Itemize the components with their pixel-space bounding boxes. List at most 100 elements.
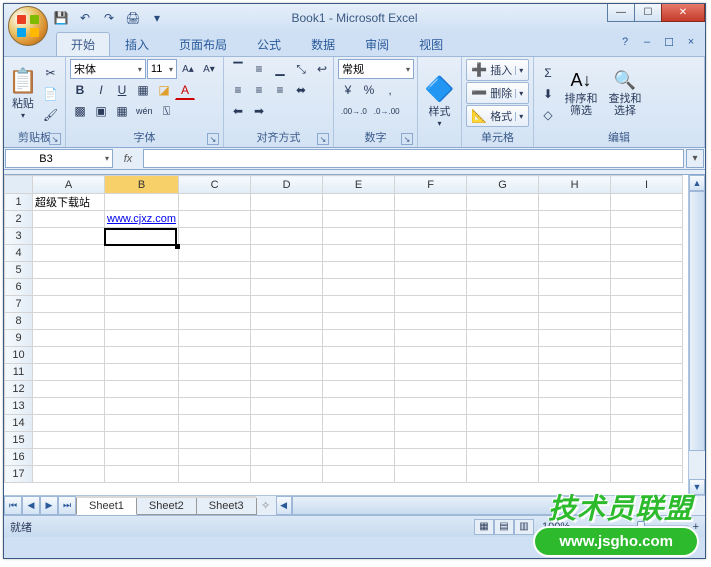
formula-bar[interactable] [143,149,684,168]
cell-I16[interactable] [611,449,683,466]
font-color-button[interactable]: A [175,80,195,100]
delete-cells-button[interactable]: ➖删除▾ [466,82,529,104]
double-border-button[interactable]: ▩ [70,101,90,121]
cell-C15[interactable] [179,432,251,449]
ribbon-tab-6[interactable]: 视图 [404,32,458,56]
row-header-6[interactable]: 6 [5,279,33,296]
sheet-nav-last-button[interactable]: ⏭ [58,496,76,515]
cell-A6[interactable] [33,279,105,296]
cell-H12[interactable] [539,381,611,398]
sheet-tab-sheet1[interactable]: Sheet1 [76,498,137,515]
clipboard-launcher-icon[interactable]: ↘ [49,133,61,145]
font-name-combo[interactable]: 宋体▾ [70,59,146,79]
cell-E13[interactable] [323,398,395,415]
cell-G17[interactable] [467,466,539,483]
cell-D7[interactable] [251,296,323,313]
cell-D5[interactable] [251,262,323,279]
cell-A3[interactable] [33,228,105,245]
outside-border-button[interactable]: ▣ [91,101,111,121]
sort-filter-button[interactable]: A↓ 排序和 筛选 [560,61,602,127]
cell-C14[interactable] [179,415,251,432]
cell-I15[interactable] [611,432,683,449]
qat-undo-icon[interactable]: ↶ [76,9,94,27]
shrink-font-button[interactable]: A▾ [199,59,219,79]
ribbon-help-icon[interactable]: ? [617,34,633,50]
cell-I11[interactable] [611,364,683,381]
cell-H13[interactable] [539,398,611,415]
cell-I8[interactable] [611,313,683,330]
cell-A4[interactable] [33,245,105,262]
cell-G2[interactable] [467,211,539,228]
cell-E11[interactable] [323,364,395,381]
cell-C4[interactable] [179,245,251,262]
cell-C16[interactable] [179,449,251,466]
orientation-button[interactable]: ⤡ [291,59,311,79]
cell-C12[interactable] [179,381,251,398]
qat-redo-icon[interactable]: ↷ [100,9,118,27]
cell-C13[interactable] [179,398,251,415]
cell-D4[interactable] [251,245,323,262]
cell-F17[interactable] [395,466,467,483]
cell-B9[interactable] [105,330,179,347]
cell-I5[interactable] [611,262,683,279]
cell-A13[interactable] [33,398,105,415]
cell-D12[interactable] [251,381,323,398]
increase-indent-button[interactable]: ➡ [249,101,269,121]
row-header-15[interactable]: 15 [5,432,33,449]
cell-C1[interactable] [179,194,251,211]
cell-F13[interactable] [395,398,467,415]
cell-I12[interactable] [611,381,683,398]
row-header-4[interactable]: 4 [5,245,33,262]
cell-G4[interactable] [467,245,539,262]
cell-C17[interactable] [179,466,251,483]
cell-E9[interactable] [323,330,395,347]
cell-F10[interactable] [395,347,467,364]
cell-C9[interactable] [179,330,251,347]
name-box[interactable]: ▾ [5,149,113,168]
cell-G1[interactable] [467,194,539,211]
alignment-launcher-icon[interactable]: ↘ [317,133,329,145]
comma-button[interactable]: , [380,80,400,100]
view-normal-button[interactable]: ▦ [474,519,494,535]
cell-D1[interactable] [251,194,323,211]
column-header-F[interactable]: F [395,176,467,194]
fill-button[interactable]: ⬇ [538,84,558,104]
column-header-B[interactable]: B [105,176,179,194]
view-page-break-button[interactable]: ▥ [514,519,534,535]
increase-decimal-button[interactable]: .00→.0 [338,101,370,121]
cell-G16[interactable] [467,449,539,466]
font-launcher-icon[interactable]: ↘ [207,133,219,145]
ribbon-tab-1[interactable]: 插入 [110,32,164,56]
row-header-12[interactable]: 12 [5,381,33,398]
cell-I4[interactable] [611,245,683,262]
row-header-7[interactable]: 7 [5,296,33,313]
column-header-H[interactable]: H [539,176,611,194]
row-header-5[interactable]: 5 [5,262,33,279]
format-painter-button[interactable]: 🖌 [40,105,61,125]
show-phonetic-button[interactable]: ⍂ [157,101,177,121]
qat-save-icon[interactable]: 💾 [52,9,70,27]
align-top-button[interactable]: ▔ [228,59,248,79]
cell-H14[interactable] [539,415,611,432]
formula-bar-expand-icon[interactable]: ▾ [686,149,704,168]
cell-F11[interactable] [395,364,467,381]
cell-C3[interactable] [179,228,251,245]
sheet-tab-sheet2[interactable]: Sheet2 [136,498,197,515]
cell-C7[interactable] [179,296,251,313]
column-header-A[interactable]: A [33,176,105,194]
name-box-dropdown-icon[interactable]: ▾ [102,154,112,163]
cell-styles-button[interactable]: 🔷 样式 ▾ [422,69,457,135]
sheet-nav-prev-button[interactable]: ◀ [22,496,40,515]
cell-B12[interactable] [105,381,179,398]
cell-H1[interactable] [539,194,611,211]
cell-D3[interactable] [251,228,323,245]
cell-F3[interactable] [395,228,467,245]
merge-center-button[interactable]: ⬌ [291,80,311,100]
zoom-in-button[interactable]: + [693,521,699,533]
paste-button[interactable]: 📋 粘贴 ▾ [8,61,38,127]
cell-G13[interactable] [467,398,539,415]
column-header-C[interactable]: C [179,176,251,194]
cell-B4[interactable] [105,245,179,262]
zoom-level[interactable]: 100% [542,521,570,533]
row-header-3[interactable]: 3 [5,228,33,245]
